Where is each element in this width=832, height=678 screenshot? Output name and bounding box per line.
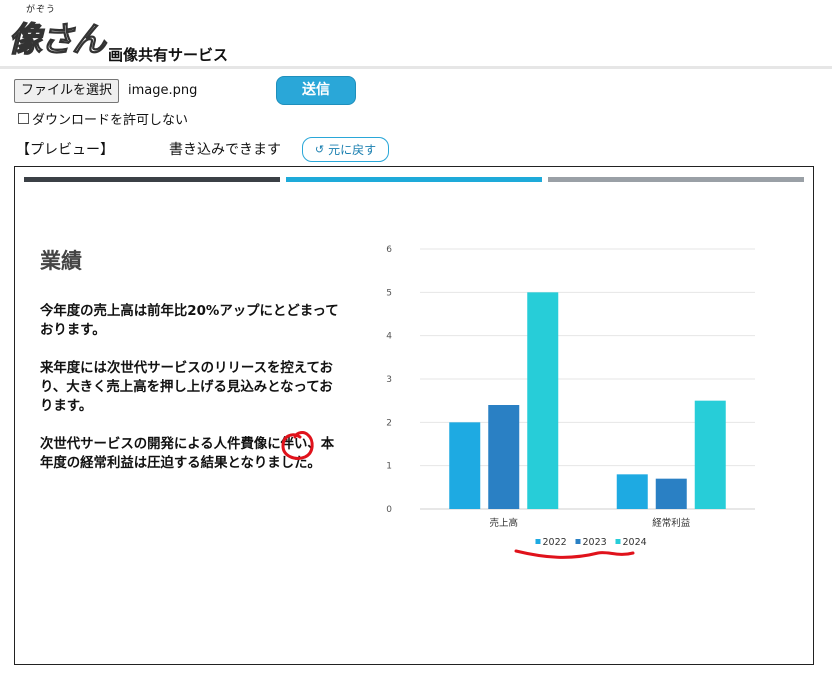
chart-svg: 0 1 2 3 4 5 6 売上高 経常利益 2022 2023 2024 (386, 245, 755, 548)
legend-label: 2023 (583, 537, 607, 548)
bar (616, 474, 648, 509)
app-header: がぞう 像さん 画像共有サービス (0, 0, 832, 69)
no-download-checkbox[interactable] (18, 113, 29, 124)
y-tick-label: 6 (386, 245, 392, 255)
app-logo[interactable]: がぞう 像さん (7, 2, 108, 62)
y-tick-label: 2 (386, 418, 392, 428)
legend-swatch (535, 539, 541, 544)
bar (449, 422, 481, 509)
app-title: 画像共有サービス (108, 46, 229, 64)
slide-paragraph-3: 次世代サービスの開発による人件費像に伴い、本年度の経常利益は圧迫する結果となりま… (40, 437, 335, 471)
slide-title: 業績 (40, 249, 82, 273)
y-tick-label: 5 (386, 288, 392, 298)
no-download-label: ダウンロードを許可しない (32, 113, 189, 128)
file-select-button[interactable]: ファイルを選択 (14, 79, 120, 103)
legend-swatch (615, 539, 621, 544)
header-divider (0, 66, 832, 69)
bar (488, 405, 520, 509)
slide-paragraph-1: 今年度の売上高は前年比20%アップにとどまっております。 (40, 304, 339, 338)
bar (527, 292, 559, 509)
no-download-option[interactable]: ダウンロードを許可しない (18, 109, 188, 128)
revert-button[interactable]: ↺ 元に戻す (302, 137, 389, 162)
slide-accent-bar-gray (548, 177, 804, 182)
selected-file-name: image.png (128, 83, 198, 98)
slide-paragraph-2: 来年度には次世代サービスのリリースを控えており、大きく売上高を押し上げる見込みと… (40, 361, 333, 414)
y-tick-label: 4 (386, 332, 392, 342)
slide-accent-bar-dark (24, 177, 280, 182)
bar (694, 400, 726, 509)
x-tick-label: 売上高 (489, 517, 518, 529)
writable-status: 書き込みできます (169, 142, 281, 158)
undo-icon: ↺ (314, 143, 325, 156)
y-tick-label: 0 (386, 505, 392, 515)
bar (655, 478, 687, 509)
y-tick-label: 3 (386, 375, 392, 385)
send-button[interactable]: 送信 (276, 76, 356, 105)
revert-button-label: 元に戻す (328, 143, 377, 157)
preview-canvas[interactable]: 業績 今年度の売上高は前年比20%アップにとどまっております。 来年度には次世代… (14, 166, 814, 665)
preview-label: 【プレビュー】 (16, 142, 114, 158)
legend-swatch (575, 539, 581, 544)
y-tick-label: 1 (386, 462, 392, 472)
performance-chart: 0 1 2 3 4 5 6 売上高 経常利益 2022 2023 2024 (375, 237, 775, 557)
x-tick-label: 経常利益 (652, 517, 691, 529)
legend-label: 2022 (543, 537, 567, 548)
legend-label: 2024 (623, 537, 647, 548)
slide-accent-bar-blue (286, 177, 542, 182)
logo-text: 像さん (7, 19, 106, 60)
